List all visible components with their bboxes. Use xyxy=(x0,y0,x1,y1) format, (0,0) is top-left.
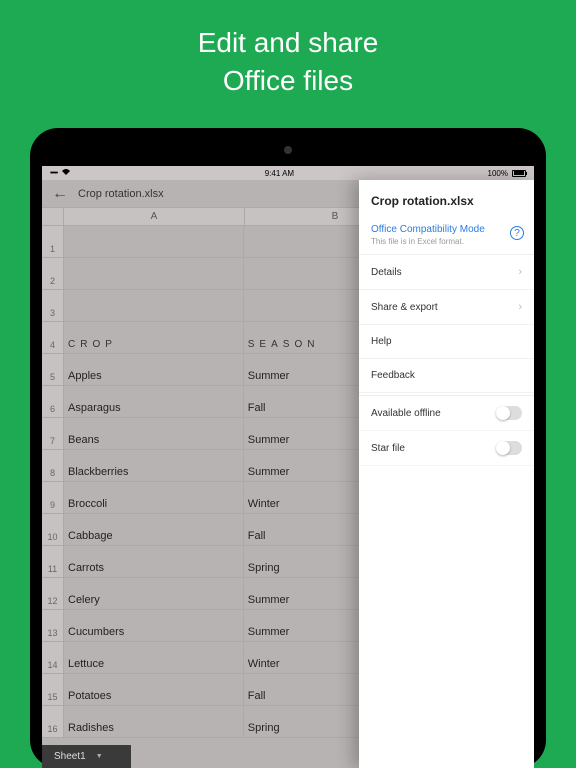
row-number[interactable]: 2 xyxy=(42,258,64,289)
toggle-label: Available offline xyxy=(371,408,441,419)
row-number[interactable]: 1 xyxy=(42,226,64,257)
row-number[interactable]: 12 xyxy=(42,578,64,609)
battery-icon xyxy=(512,170,526,177)
compat-subtext: This file is in Excel format. xyxy=(371,237,522,246)
panel-title: Crop rotation.xlsx xyxy=(359,180,534,220)
toggle-switch[interactable] xyxy=(496,441,522,455)
cell-crop[interactable]: Celery xyxy=(64,578,244,609)
cell-crop-header[interactable]: CROP xyxy=(64,322,244,353)
status-bar: ••••• 9:41 AM 100% xyxy=(42,166,534,180)
panel-item[interactable]: Feedback xyxy=(359,359,534,393)
toggle-switch[interactable] xyxy=(496,406,522,420)
promo-line1: Edit and share xyxy=(0,24,576,62)
cell-crop[interactable]: Lettuce xyxy=(64,642,244,673)
col-header-a[interactable]: A xyxy=(64,208,245,225)
row-number[interactable]: 7 xyxy=(42,418,64,449)
promo-text: Edit and share Office files xyxy=(0,0,576,100)
toggle-row: Available offline xyxy=(359,395,534,431)
cell-crop[interactable]: Cabbage xyxy=(64,514,244,545)
status-time: 9:41 AM xyxy=(265,169,294,178)
row-number[interactable]: 13 xyxy=(42,610,64,641)
corner-cell[interactable] xyxy=(42,208,64,225)
screen: ••••• 9:41 AM 100% ← Crop rotation.xlsx … xyxy=(42,166,534,768)
cell[interactable] xyxy=(64,226,244,257)
cell-crop[interactable]: Beans xyxy=(64,418,244,449)
row-number[interactable]: 9 xyxy=(42,482,64,513)
side-panel: Crop rotation.xlsx Office Compatibility … xyxy=(359,180,534,768)
panel-item[interactable]: Share & export › xyxy=(359,290,534,325)
signal-icon: ••••• xyxy=(50,170,57,177)
toggle-label: Star file xyxy=(371,443,405,454)
cell-crop[interactable]: Apples xyxy=(64,354,244,385)
caret-down-icon[interactable]: ▼ xyxy=(96,753,103,760)
cell-crop[interactable]: Carrots xyxy=(64,546,244,577)
device-frame: ••••• 9:41 AM 100% ← Crop rotation.xlsx … xyxy=(30,128,546,768)
panel-item-label: Feedback xyxy=(371,370,415,381)
compat-mode-row[interactable]: Office Compatibility Mode This file is i… xyxy=(359,220,534,255)
wifi-icon xyxy=(61,168,71,178)
row-number[interactable]: 11 xyxy=(42,546,64,577)
panel-item[interactable]: Details › xyxy=(359,255,534,290)
panel-item-label: Share & export xyxy=(371,302,438,313)
row-number[interactable]: 15 xyxy=(42,674,64,705)
document-title: Crop rotation.xlsx xyxy=(78,188,164,200)
cell-crop[interactable]: Blackberries xyxy=(64,450,244,481)
row-number[interactable]: 5 xyxy=(42,354,64,385)
camera-dot xyxy=(284,146,292,154)
sheet-tab-label: Sheet1 xyxy=(54,751,86,762)
toggle-row: Star file xyxy=(359,431,534,466)
row-number[interactable]: 16 xyxy=(42,706,64,737)
promo-line2: Office files xyxy=(0,62,576,100)
panel-item-label: Details xyxy=(371,267,402,278)
cell-crop[interactable]: Radishes xyxy=(64,706,244,737)
cell[interactable] xyxy=(64,290,244,321)
cell[interactable] xyxy=(64,258,244,289)
back-arrow-icon[interactable]: ← xyxy=(52,185,68,203)
panel-item[interactable]: Help xyxy=(359,325,534,359)
help-icon[interactable]: ? xyxy=(510,226,524,240)
row-number[interactable]: 14 xyxy=(42,642,64,673)
cell-crop[interactable]: Broccoli xyxy=(64,482,244,513)
row-number[interactable]: 8 xyxy=(42,450,64,481)
chevron-right-icon: › xyxy=(518,266,522,278)
cell-crop[interactable]: Cucumbers xyxy=(64,610,244,641)
compat-label: Office Compatibility Mode xyxy=(371,224,522,235)
panel-item-label: Help xyxy=(371,336,392,347)
cell-crop[interactable]: Potatoes xyxy=(64,674,244,705)
chevron-right-icon: › xyxy=(518,301,522,313)
row-number[interactable]: 4 xyxy=(42,322,64,353)
row-number[interactable]: 10 xyxy=(42,514,64,545)
row-number[interactable]: 6 xyxy=(42,386,64,417)
cell-crop[interactable]: Asparagus xyxy=(64,386,244,417)
row-number[interactable]: 3 xyxy=(42,290,64,321)
sheet-tab[interactable]: Sheet1 ▼ xyxy=(42,745,131,768)
battery-percent: 100% xyxy=(488,169,508,178)
